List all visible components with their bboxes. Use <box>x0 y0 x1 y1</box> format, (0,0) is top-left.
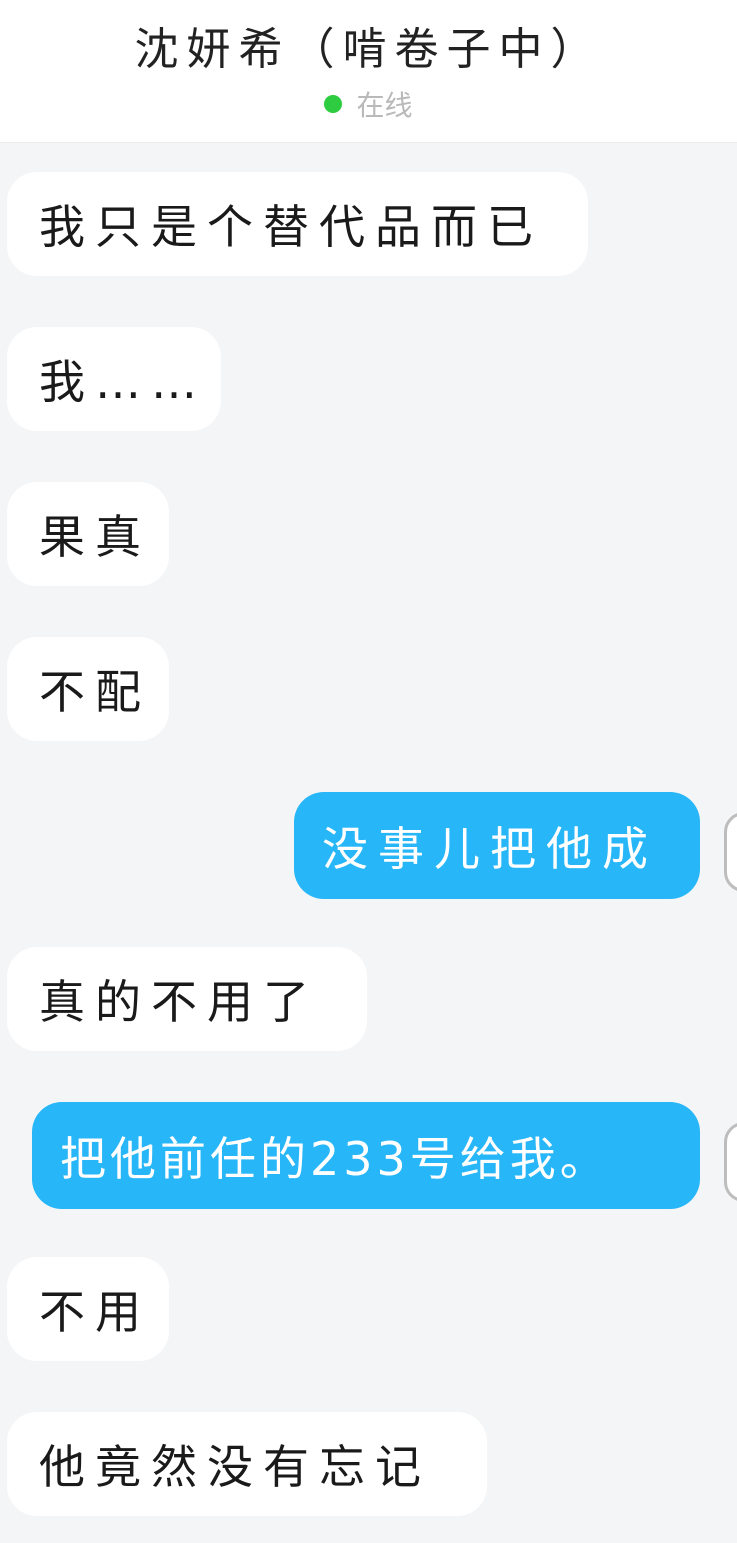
message-bubble-incoming[interactable]: 不用 <box>7 1257 169 1361</box>
avatar[interactable] <box>724 812 737 892</box>
message-text: 不配 <box>39 665 151 719</box>
message-bubble-incoming[interactable]: 不配 <box>7 637 169 741</box>
message-bubble-outgoing[interactable]: 没事儿把他成 <box>294 792 700 899</box>
message-bubble-incoming[interactable]: 我…… <box>7 327 221 431</box>
online-status: 在线 <box>0 88 737 124</box>
avatar[interactable] <box>724 1122 737 1202</box>
message-text: 果真 <box>39 510 151 564</box>
online-dot-icon <box>324 95 343 113</box>
online-status-label: 在线 <box>356 89 413 122</box>
message-text: 真的不用了 <box>39 975 319 1029</box>
message-text: 不用 <box>39 1285 151 1339</box>
message-text: 他竟然没有忘记 <box>39 1440 431 1494</box>
message-text: 把他前任的233号给我。 <box>60 1131 610 1186</box>
message-text: 没事儿把他成 <box>322 821 658 876</box>
message-text: 我…… <box>39 355 207 409</box>
message-text: 我只是个替代品而已 <box>39 200 543 254</box>
contact-name[interactable]: 沈妍希（啃卷子中） <box>0 22 737 78</box>
message-bubble-outgoing[interactable]: 把他前任的233号给我。 <box>32 1102 700 1209</box>
message-bubble-incoming[interactable]: 他竟然没有忘记 <box>7 1412 487 1516</box>
message-bubble-incoming[interactable]: 果真 <box>7 482 169 586</box>
message-bubble-incoming[interactable]: 我只是个替代品而已 <box>7 172 588 276</box>
message-bubble-incoming[interactable]: 真的不用了 <box>7 947 367 1051</box>
chat-header: 沈妍希（啃卷子中） 在线 <box>0 0 737 143</box>
